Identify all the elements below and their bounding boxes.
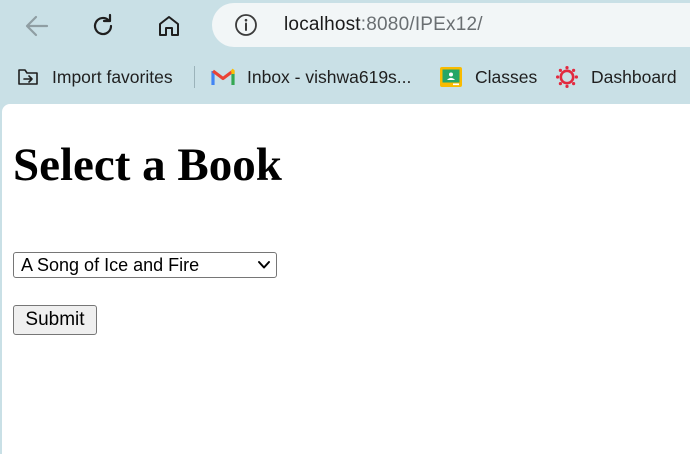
url-path: :8080/IPEx12/ <box>360 14 483 35</box>
canvas-dashboard-icon <box>555 65 579 89</box>
bookmark-inbox[interactable]: Inbox - vishwa619s... <box>211 55 411 99</box>
bookmark-classes[interactable]: Classes <box>439 55 537 99</box>
chevron-down-icon <box>258 261 270 269</box>
gmail-icon <box>211 65 235 89</box>
back-button[interactable] <box>18 7 56 45</box>
bookmark-label: Classes <box>475 66 538 87</box>
bookmark-label: Dashboard <box>591 66 677 87</box>
browser-window: localhost:8080/IPEx12/ Import favorites <box>0 0 690 454</box>
url-host: localhost <box>284 14 361 35</box>
book-select-value: A Song of Ice and Fire <box>21 255 200 275</box>
page-content: Select a Book A Song of Ice and Fire Sub… <box>2 104 690 454</box>
home-button[interactable] <box>150 7 188 45</box>
reload-icon <box>93 13 113 36</box>
bookmark-label: Import favorites <box>52 66 173 87</box>
home-icon <box>159 16 179 36</box>
url-text[interactable]: localhost:8080/IPEx12/ <box>284 14 483 36</box>
browser-toolbar: localhost:8080/IPEx12/ <box>0 0 690 52</box>
bookmarks-separator <box>194 66 195 88</box>
back-arrow-icon <box>25 15 49 37</box>
site-info-icon[interactable] <box>234 13 258 37</box>
address-bar[interactable]: localhost:8080/IPEx12/ <box>212 3 690 47</box>
bookmark-import-favorites[interactable]: Import favorites <box>16 55 173 99</box>
bookmarks-bar: Import favorites Inbox - vishwa619s... C… <box>0 55 690 99</box>
bookmark-dashboard[interactable]: Dashboard <box>555 55 677 99</box>
submit-button[interactable]: Submit <box>13 305 97 335</box>
reload-button[interactable] <box>84 7 122 45</box>
book-select[interactable]: A Song of Ice and Fire <box>13 252 277 278</box>
page-title: Select a Book <box>13 139 282 191</box>
bookmark-label: Inbox - vishwa619s... <box>247 66 412 87</box>
google-classroom-icon <box>439 65 463 89</box>
import-favorites-icon <box>16 65 40 89</box>
